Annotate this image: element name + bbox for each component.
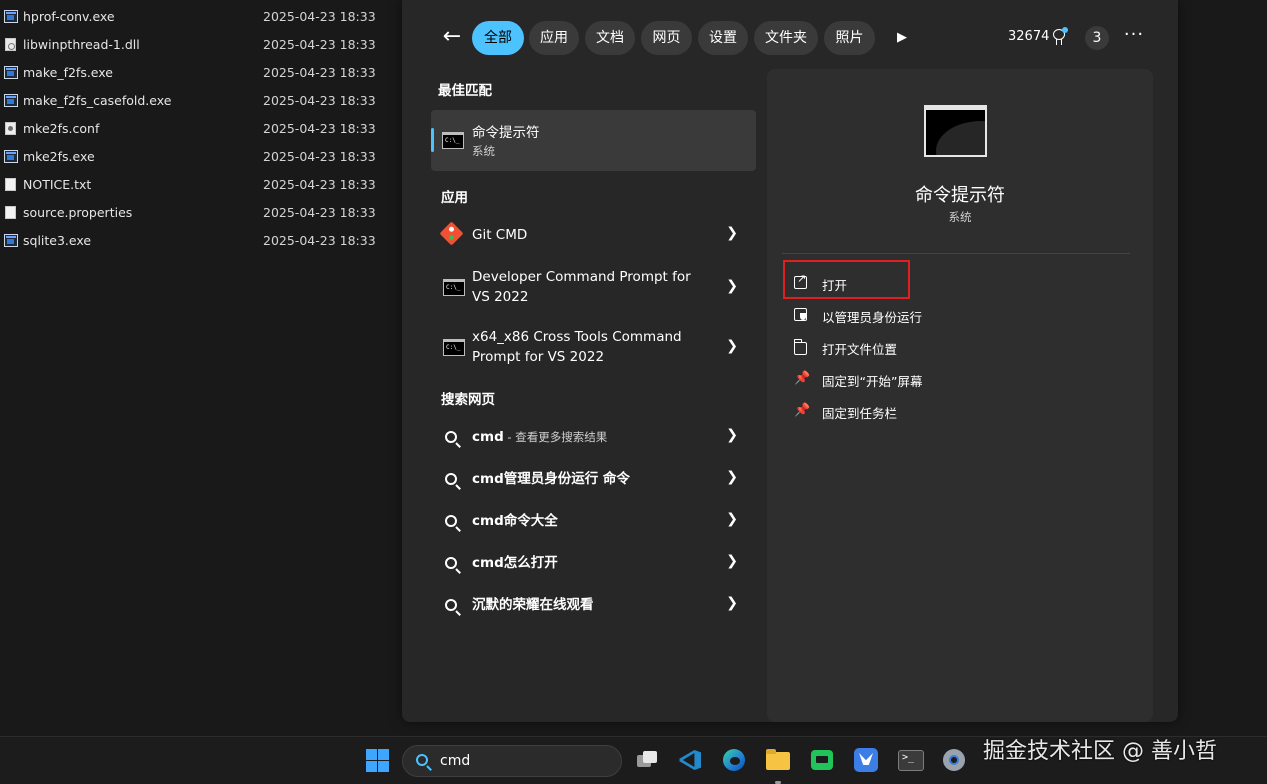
action-run-as-admin[interactable]: 以管理员身份运行 (786, 302, 986, 328)
vscode-icon[interactable] (677, 747, 703, 773)
file-row[interactable]: sqlite3.exe 2025-04-23 18:33 (0, 227, 400, 255)
app-item-git-cmd[interactable]: Git CMD ❯ (431, 216, 756, 256)
search-icon (445, 473, 457, 485)
filter-apps[interactable]: 应用 (529, 21, 579, 55)
filter-settings[interactable]: 设置 (698, 21, 748, 55)
dll-file-icon (5, 38, 16, 51)
file-explorer-icon[interactable] (765, 747, 791, 773)
apps-heading: 应用 (441, 190, 468, 206)
taskbar-search-box[interactable]: cmd (402, 745, 622, 777)
command-prompt-icon: C:\_ (443, 279, 465, 296)
filter-all[interactable]: 全部 (472, 21, 524, 55)
terminal-app-icon[interactable] (809, 747, 835, 773)
app-item-cross-tools-command-prompt[interactable]: C:\_ x64_x86 Cross Tools Command Prompt f… (431, 322, 756, 374)
best-match-item[interactable]: C:\_ 命令提示符 系统 (431, 110, 756, 171)
task-view-icon[interactable] (634, 747, 660, 773)
file-explorer: hprof-conv.exe 2025-04-23 18:33 libwinpth… (0, 0, 402, 736)
best-match-heading: 最佳匹配 (438, 83, 492, 99)
exe-file-icon (4, 66, 18, 79)
account-badge[interactable]: 3 (1085, 26, 1109, 50)
file-row[interactable]: mke2fs.conf 2025-04-23 18:33 (0, 115, 400, 143)
pin-icon: 📌 (794, 371, 811, 386)
chevron-right-icon: ❯ (726, 338, 738, 354)
exe-file-icon (4, 234, 18, 247)
bird-app-icon[interactable] (853, 747, 879, 773)
web-result-item[interactable]: cmd管理员身份运行 命令 ❯ (431, 462, 756, 498)
notification-dot (1062, 27, 1068, 33)
search-icon (445, 599, 457, 611)
taskbar-search-text: cmd (440, 753, 471, 769)
file-row[interactable]: mke2fs.exe 2025-04-23 18:33 (0, 143, 400, 171)
text-file-icon (5, 178, 16, 191)
rewards-points: 32674 (1008, 29, 1050, 44)
web-result-item[interactable]: cmd命令大全 ❯ (431, 504, 756, 540)
detail-subtitle: 系统 (948, 210, 972, 224)
back-arrow-icon[interactable]: ← (436, 22, 468, 54)
action-pin-to-start[interactable]: 📌 固定到“开始”屏幕 (786, 366, 986, 392)
file-row[interactable]: hprof-conv.exe 2025-04-23 18:33 (0, 3, 400, 31)
windows-terminal-icon[interactable] (897, 747, 924, 773)
action-open-file-location[interactable]: 打开文件位置 (786, 334, 986, 360)
file-row[interactable]: source.properties 2025-04-23 18:33 (0, 199, 400, 227)
divider (782, 253, 1130, 254)
windows-start-icon[interactable] (366, 749, 389, 772)
filter-documents[interactable]: 文档 (585, 21, 635, 55)
search-icon (445, 431, 457, 443)
best-match-subtitle: 系统 (472, 144, 495, 158)
search-icon (416, 754, 428, 766)
play-icon[interactable]: ▶ (884, 21, 920, 55)
best-match-title: 命令提示符 (472, 125, 540, 141)
search-icon (445, 515, 457, 527)
exe-file-icon (4, 10, 18, 23)
detail-title: 命令提示符 (915, 185, 1005, 206)
filter-folders[interactable]: 文件夹 (754, 21, 818, 55)
filter-photos[interactable]: 照片 (824, 21, 875, 55)
chevron-right-icon: ❯ (726, 553, 738, 569)
text-file-icon (5, 206, 16, 219)
web-result-item[interactable]: 沉默的荣耀在线观看 ❯ (431, 588, 756, 624)
admin-shield-icon (794, 308, 807, 321)
exe-file-icon (4, 94, 18, 107)
web-result-item[interactable]: cmd怎么打开 ❯ (431, 546, 756, 582)
action-pin-to-taskbar[interactable]: 📌 固定到任务栏 (786, 398, 986, 424)
git-icon (439, 221, 464, 246)
web-search-heading: 搜索网页 (441, 392, 495, 408)
file-row[interactable]: make_f2fs_casefold.exe 2025-04-23 18:33 (0, 87, 400, 115)
config-file-icon (5, 122, 16, 135)
app-item-developer-command-prompt[interactable]: C:\_ Developer Command Prompt for VS 2022… (431, 262, 756, 314)
chevron-right-icon: ❯ (726, 469, 738, 485)
chevron-right-icon: ❯ (726, 225, 738, 241)
exe-file-icon (4, 150, 18, 163)
pin-icon: 📌 (794, 403, 811, 418)
web-result-item[interactable]: cmd - 查看更多搜索结果 ❯ (431, 420, 756, 456)
highlight-annotation (783, 260, 910, 299)
trophy-icon[interactable] (1051, 27, 1068, 47)
settings-icon[interactable] (941, 747, 967, 773)
file-row[interactable]: NOTICE.txt 2025-04-23 18:33 (0, 171, 400, 199)
command-prompt-icon: C:\_ (443, 339, 465, 356)
selection-indicator (431, 128, 434, 152)
command-prompt-large-icon (924, 105, 987, 157)
chevron-right-icon: ❯ (726, 427, 738, 443)
chevron-right-icon: ❯ (726, 278, 738, 294)
chevron-right-icon: ❯ (726, 595, 738, 611)
file-row[interactable]: make_f2fs.exe 2025-04-23 18:33 (0, 59, 400, 87)
watermark: 掘金技术社区 @ 善小哲 (983, 739, 1217, 764)
edge-browser-icon[interactable] (721, 747, 747, 773)
file-row[interactable]: libwinpthread-1.dll 2025-04-23 18:33 (0, 31, 400, 59)
chevron-right-icon: ❯ (726, 511, 738, 527)
search-icon (445, 557, 457, 569)
detail-pane (767, 69, 1153, 722)
folder-icon (793, 339, 807, 355)
filter-web[interactable]: 网页 (641, 21, 692, 55)
command-prompt-icon: C:\_ (442, 132, 464, 149)
more-options-icon[interactable]: ··· (1119, 22, 1149, 52)
